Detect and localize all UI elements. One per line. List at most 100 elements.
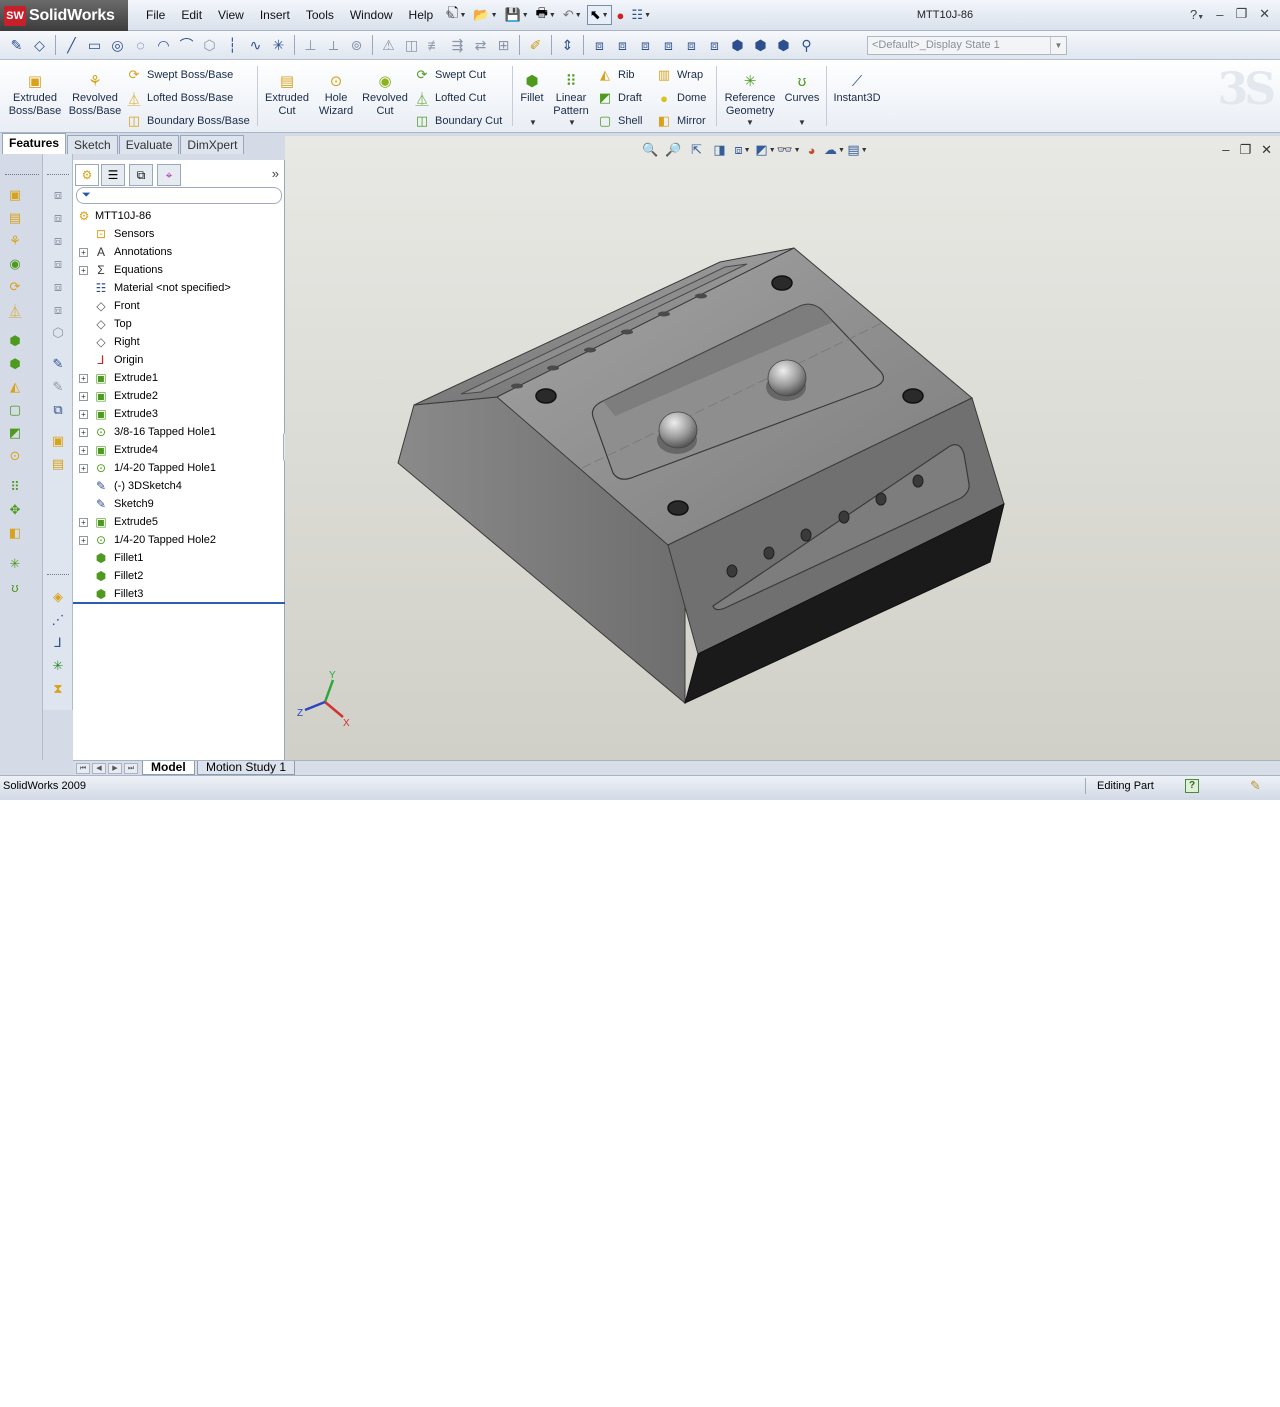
new-document-icon[interactable]: 🗋 ▼ (446, 5, 468, 25)
expand-plus-icon[interactable]: + (79, 535, 88, 545)
sketch-fillet-icon[interactable]: ⊥ (300, 35, 321, 56)
save-icon[interactable]: 💾 ▼ (503, 5, 531, 25)
dimxpertmanager-icon[interactable]: ⌖ (157, 164, 181, 186)
expand-plus-icon[interactable]: + (79, 427, 88, 437)
centerline-icon[interactable]: ┆ (222, 35, 243, 56)
tab-features[interactable]: Features (2, 133, 67, 154)
close-icon[interactable]: ✕ (1261, 142, 1272, 158)
line-icon[interactable]: ╱ (61, 35, 82, 56)
rebuild-traffic-light-icon[interactable]: ● (615, 5, 627, 25)
hide-show-items-icon[interactable]: 👓 ▼ (776, 141, 800, 160)
point-icon[interactable]: ✳ (49, 657, 67, 675)
rollback-bar[interactable] (73, 602, 285, 604)
curves-button[interactable]: ʊ Curves (782, 72, 822, 105)
smart-dimension-icon[interactable]: ◇ (29, 35, 50, 56)
restore-icon[interactable]: ❐ (1235, 6, 1247, 22)
view-top-icon[interactable]: ⧈ (681, 35, 702, 56)
tree-item[interactable]: + Σ Equations (73, 261, 285, 279)
circle-icon[interactable]: ◎ (107, 35, 128, 56)
view-left-icon[interactable]: ⧈ (635, 35, 656, 56)
tree-item[interactable]: + ▣ Extrude2 (73, 387, 285, 405)
view-right-icon[interactable]: ⧈ (49, 255, 67, 273)
polygon-icon[interactable]: ⬡ (199, 35, 220, 56)
tree-item[interactable]: ◇ Top (73, 315, 285, 333)
swept-boss-base-button[interactable]: ⟳ Swept Boss/Base (126, 65, 234, 85)
tree-item[interactable]: ⬢ Fillet1 (73, 549, 285, 567)
extend-entities-icon[interactable]: ⇶ (447, 35, 468, 56)
expand-plus-icon[interactable]: + (79, 445, 88, 455)
tree-item[interactable]: ⬢ Fillet2 (73, 567, 285, 585)
edit-appearance-icon[interactable]: ◕ (802, 141, 821, 160)
print-icon[interactable]: 🖶 ▼ (534, 5, 558, 25)
tree-item[interactable]: + ▣ Extrude1 (73, 369, 285, 387)
sketch-icon[interactable]: ✎ (49, 355, 67, 373)
mirror-entities-icon[interactable]: ⚠ (378, 35, 399, 56)
draft-icon[interactable]: ◩ (6, 424, 24, 442)
tree-item[interactable]: ☷ Material <not specified> (73, 279, 285, 297)
view-front-icon[interactable]: ⧈ (589, 35, 610, 56)
display-state-dropdown[interactable]: <Default>_Display State 1 ▼ (867, 36, 1067, 55)
tree-item[interactable]: ◇ Front (73, 297, 285, 315)
lofted-cut-button[interactable]: ⏅ Lofted Cut (414, 88, 485, 108)
chamfer-icon[interactable]: ⬢ (6, 355, 24, 373)
chevron-down-icon[interactable]: ▼ (1050, 37, 1066, 54)
view-right-icon[interactable]: ⧈ (658, 35, 679, 56)
point-icon[interactable]: ✳ (268, 35, 289, 56)
lofted-boss-base-button[interactable]: ⏅ Lofted Boss/Base (126, 88, 233, 108)
expand-panel-icon[interactable]: » (272, 166, 279, 181)
reference-geometry-icon[interactable]: ✳ (6, 555, 24, 573)
extruded-boss-base-button[interactable]: ▣ Extruded Boss/Base (8, 72, 62, 118)
tab-evaluate[interactable]: Evaluate (118, 135, 180, 154)
curves-dropdown-icon[interactable]: ▼ (798, 118, 806, 127)
sketch-block-icon[interactable]: ⧉ (49, 401, 67, 419)
tree-item[interactable]: ⊡ Sensors (73, 225, 285, 243)
previous-tab-icon[interactable]: ◀ (92, 763, 106, 774)
expand-plus-icon[interactable]: + (79, 391, 88, 401)
help-icon[interactable]: ?▼ (1190, 7, 1204, 22)
revolved-boss-icon[interactable]: ⚘ (6, 232, 24, 250)
expand-plus-icon[interactable]: + (79, 463, 88, 473)
zoom-to-fit-icon[interactable]: 🔍 (641, 141, 660, 160)
tree-item[interactable]: + A Annotations (73, 243, 285, 261)
tree-item[interactable]: + ▣ Extrude3 (73, 405, 285, 423)
spline-icon[interactable]: ∿ (245, 35, 266, 56)
revolved-cut-icon[interactable]: ◉ (6, 255, 24, 273)
rapid-sketch-icon[interactable]: ✐ (525, 35, 546, 56)
view-back-icon[interactable]: ⧈ (612, 35, 633, 56)
rebuild-status-icon[interactable]: ✎ (1250, 778, 1261, 794)
draft-button[interactable]: ◩ Draft (597, 88, 642, 108)
toolbar-grip[interactable] (47, 174, 69, 177)
mate-reference-icon[interactable]: ⧗ (49, 680, 67, 698)
close-icon[interactable]: ✕ (1259, 6, 1270, 22)
open-folder-icon[interactable]: 📂 ▼ (471, 5, 499, 25)
lofted-boss-icon[interactable]: ⏅ (6, 301, 24, 319)
app-logo[interactable]: SW SolidWorks (0, 0, 128, 31)
zoom-to-area-icon[interactable]: 🔎 (664, 141, 683, 160)
tree-item[interactable]: ⅃ Origin (73, 351, 285, 369)
last-tab-icon[interactable]: ⏭ (124, 763, 138, 774)
view-bottom-icon[interactable]: ⧈ (49, 301, 67, 319)
reference-geometry-button[interactable]: ✳ Reference Geometry (720, 72, 780, 118)
convert-entities-icon[interactable]: ◫ (401, 35, 422, 56)
tab-sketch[interactable]: Sketch (67, 135, 118, 154)
view-isometric-icon[interactable]: ⬢ (727, 35, 748, 56)
coordinate-system-icon[interactable]: ⅃ (49, 634, 67, 652)
tangent-arc-icon[interactable]: ◠ (153, 35, 174, 56)
first-tab-icon[interactable]: ⏮ (76, 763, 90, 774)
tree-item[interactable]: ◇ Right (73, 333, 285, 351)
fillet-icon[interactable]: ⬢ (6, 332, 24, 350)
reference-geometry-dropdown-icon[interactable]: ▼ (746, 118, 754, 127)
tree-item[interactable]: + ⊙ 1/4-20 Tapped Hole2 (73, 531, 285, 549)
wrap-button[interactable]: ▥ Wrap (656, 65, 703, 85)
view-back-icon[interactable]: ⧈ (49, 209, 67, 227)
section-view-icon[interactable]: ◨ (710, 141, 729, 160)
boundary-cut-button[interactable]: ◫ Boundary Cut (414, 111, 502, 131)
shell-button[interactable]: ▢ Shell (597, 111, 643, 131)
tree-item[interactable]: ⬢ Fillet3 (73, 585, 285, 603)
view-top-icon[interactable]: ⧈ (49, 278, 67, 296)
view-trimetric-icon[interactable]: ⬢ (750, 35, 771, 56)
previous-view-icon[interactable]: ⇱ (687, 141, 706, 160)
view-isometric-icon[interactable]: ⬡ (49, 324, 67, 342)
options-icon[interactable]: ☷ ▼ (629, 5, 653, 25)
extruded-cut-icon[interactable]: ▤ (49, 455, 67, 473)
